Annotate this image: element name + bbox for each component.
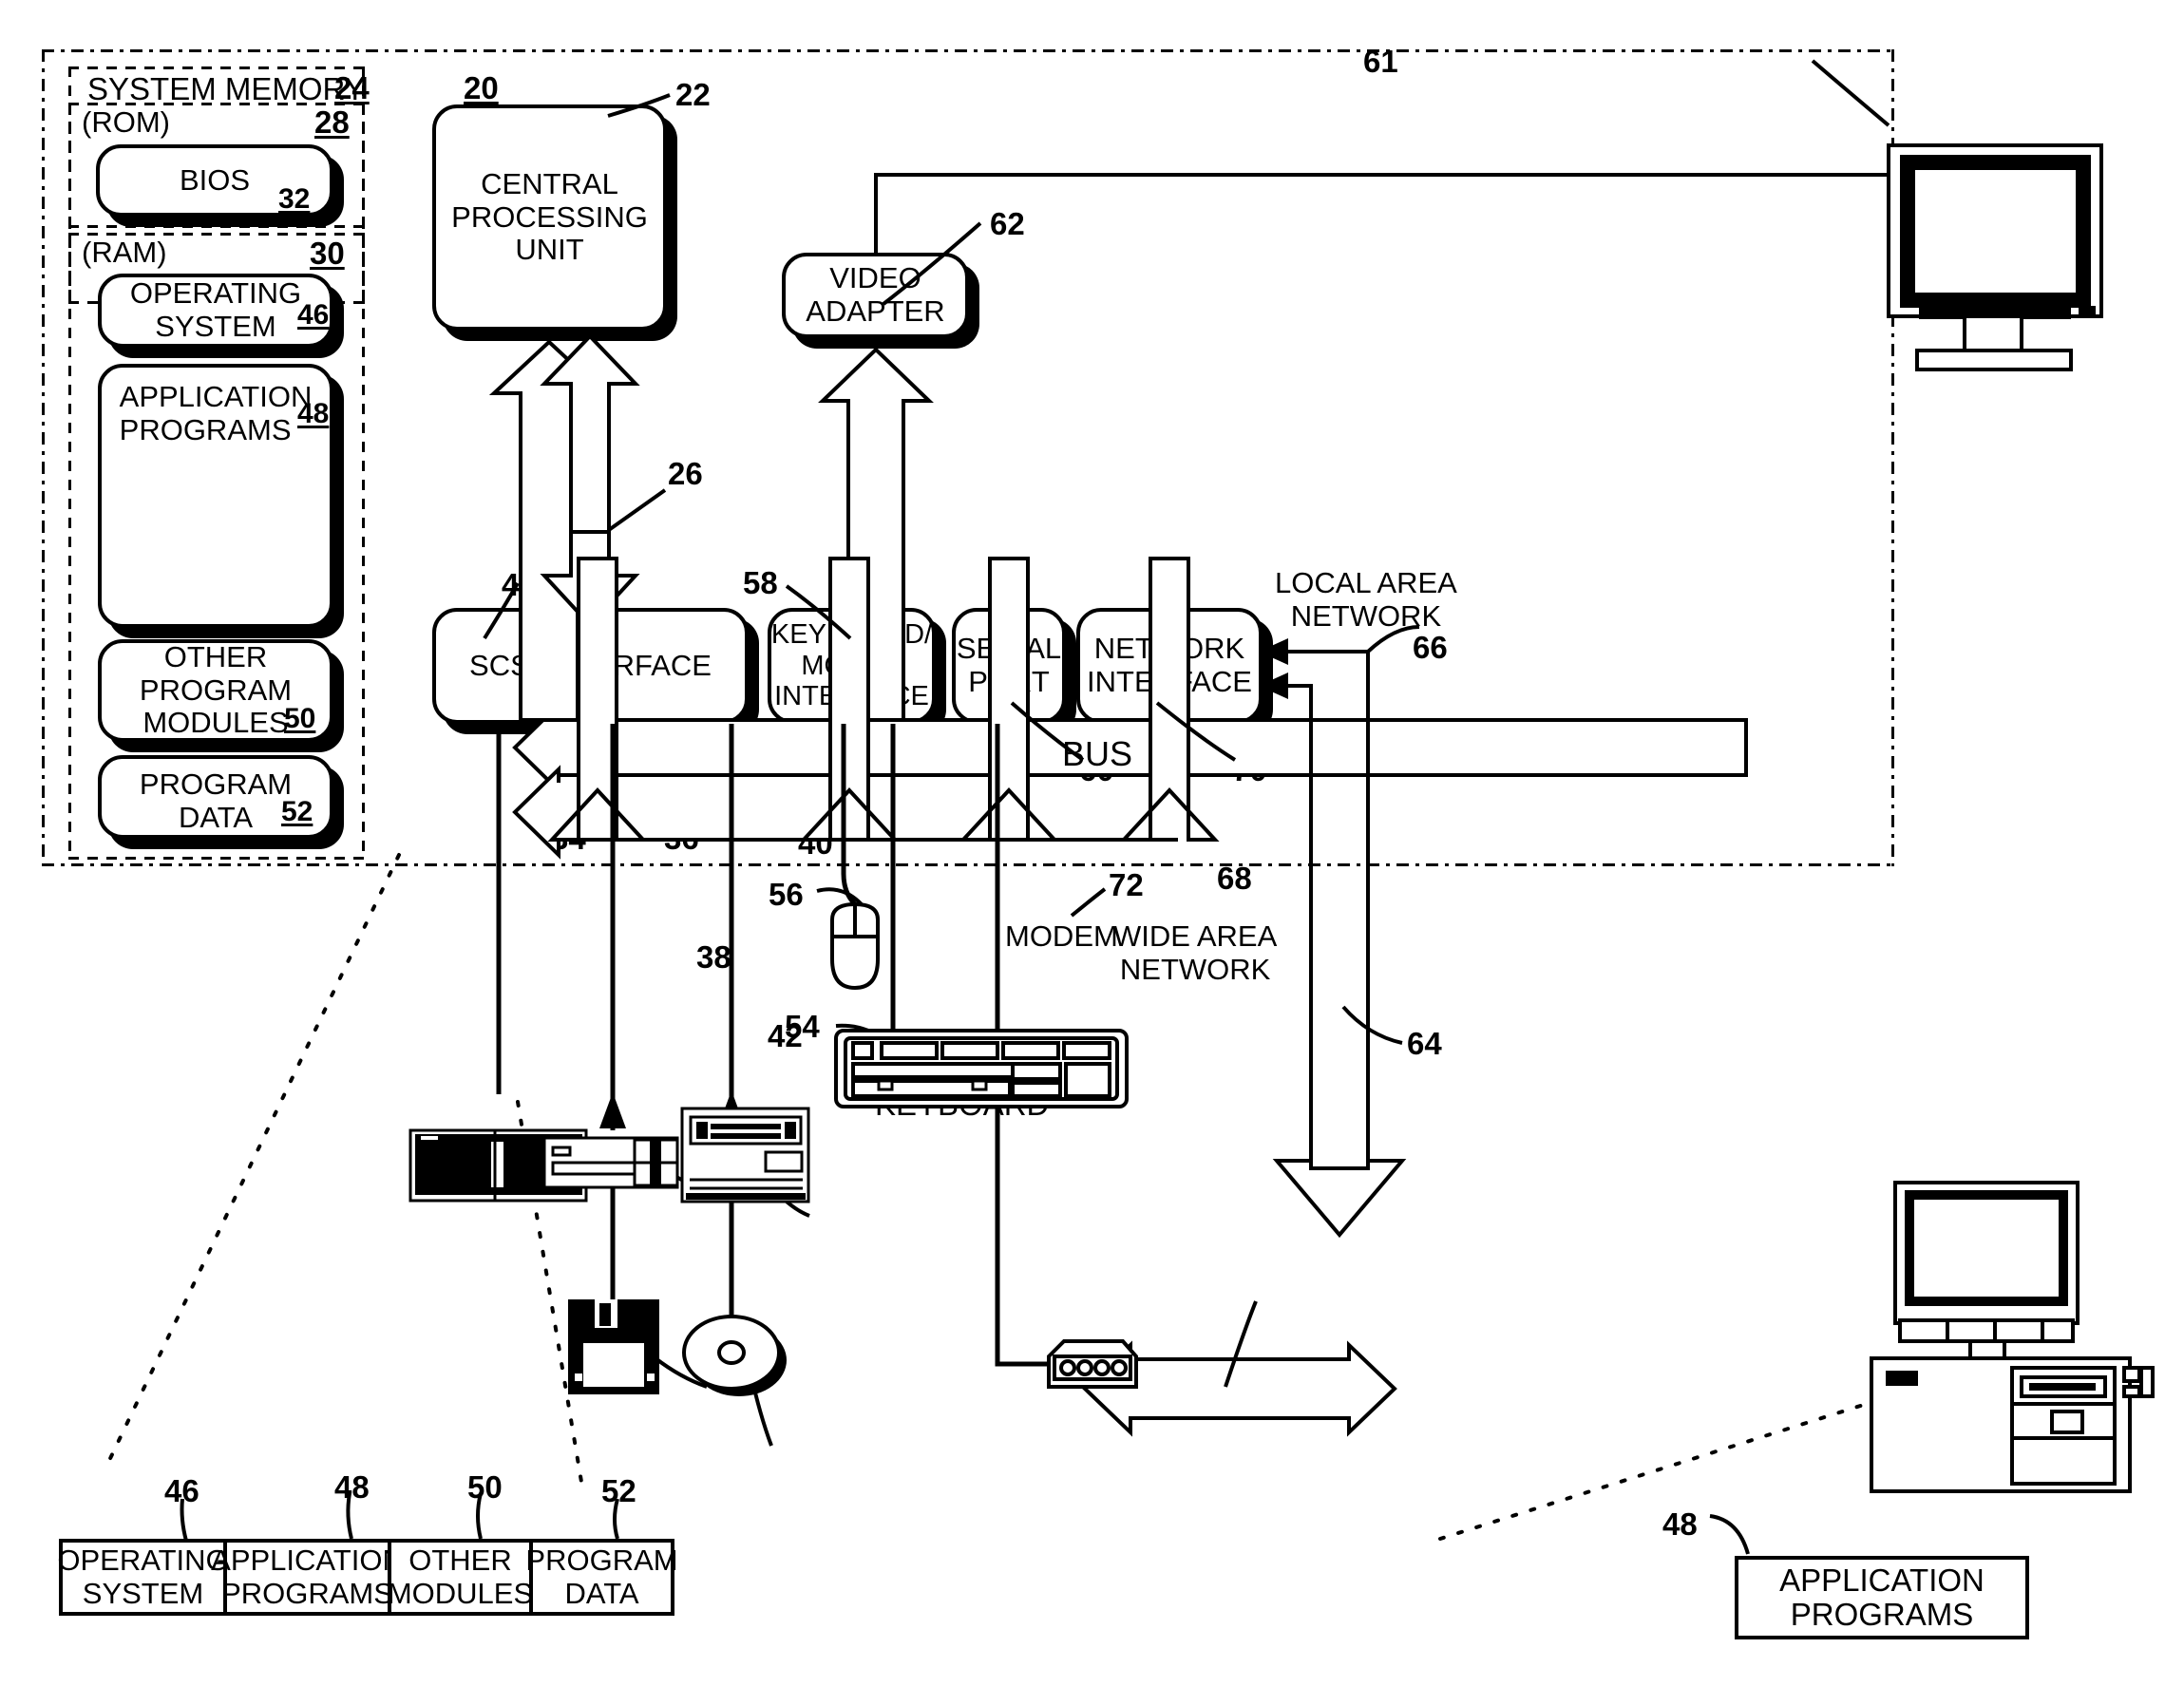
other-program-modules-label: OTHER PROGRAM MODULES <box>139 639 293 740</box>
ref-50-ram: 50 <box>284 703 316 734</box>
keyboard-mouse-interface-box: KEYBOARD/ MOUSE INTERFACE <box>768 608 936 724</box>
application-programs-label: APPLICATION PROGRAMS <box>119 380 313 446</box>
leader-36 <box>654 1146 687 1184</box>
legend-program-data-label: PROGRAM DATA <box>525 1544 678 1610</box>
remote-computer-icon <box>1870 1181 2155 1493</box>
ref-48-remote: 48 <box>1662 1506 1698 1542</box>
video-adapter-label: VIDEO ADAPTER <box>806 261 945 328</box>
ref-52-legend: 52 <box>601 1473 636 1508</box>
ref-32: 32 <box>278 183 311 215</box>
leader-72 <box>1070 887 1107 918</box>
legend-operating-system-label: OPERATING SYSTEM <box>57 1544 229 1610</box>
dotted-data-link <box>516 1100 583 1484</box>
lan-arrowhead <box>1272 1159 1407 1239</box>
ref-50-legend: 50 <box>467 1469 503 1505</box>
figure-canvas: SYSTEM MEMORY 24 (ROM) 28 BIOS 32 (RAM) … <box>0 0 2184 1705</box>
leader-40 <box>770 1185 810 1218</box>
ref-72: 72 <box>1109 867 1144 902</box>
optical-disk-drive-icon <box>680 1107 810 1203</box>
leader-64 <box>1341 1005 1403 1045</box>
ref-68: 68 <box>1217 861 1252 896</box>
ref-36: 36 <box>664 821 699 856</box>
local-area-network-label: LOCAL AREA NETWORK <box>1275 566 1457 633</box>
operating-system-label: OPERATING SYSTEM <box>129 276 302 343</box>
mouse-icon <box>830 901 880 991</box>
ref-64: 64 <box>1407 1026 1442 1061</box>
remote-application-programs-box: APPLICATION PROGRAMS <box>1735 1556 2029 1639</box>
scsi-interface-label: SCSI INTERFACE <box>469 648 712 682</box>
ref-48-ram: 48 <box>297 398 330 429</box>
modem-icon <box>1047 1339 1138 1389</box>
ref-34: 34 <box>551 821 586 856</box>
keyboard-label: KEYBOARD <box>875 1087 1050 1122</box>
fdd-arrowhead <box>599 1092 626 1128</box>
ref-61: 61 <box>1363 44 1398 79</box>
cpu-box: CENTRAL PROCESSING UNIT <box>432 104 667 331</box>
ram-label: (RAM) <box>82 236 167 269</box>
ref-30: 30 <box>310 236 345 271</box>
ref-22: 22 <box>675 77 711 112</box>
leader-38 <box>654 1356 708 1389</box>
leader-54 <box>835 1023 883 1039</box>
modem-label: MODEM <box>1005 919 1118 953</box>
ref-46-ram: 46 <box>297 299 330 331</box>
serial-port-label: SERIAL PORT <box>956 632 1062 698</box>
cd-arrowhead <box>718 1090 745 1127</box>
ref-26: 26 <box>668 456 703 491</box>
wan-arrow <box>1082 1340 1397 1437</box>
ref-52-ram: 52 <box>281 796 313 827</box>
leader-42 <box>749 1372 773 1447</box>
leader-48-remote <box>1709 1514 1750 1555</box>
ref-38: 38 <box>696 939 731 975</box>
bios-label: BIOS <box>179 162 251 197</box>
scsi-interface-box: SCSI INTERFACE <box>432 608 749 724</box>
keyboard-mouse-interface-label: KEYBOARD/ MOUSE INTERFACE <box>770 619 933 712</box>
ref-44: 44 <box>502 567 537 602</box>
legend-other-modules-label: OTHER MODULES <box>387 1544 534 1610</box>
ref-58: 58 <box>743 565 778 600</box>
ref-48-legend: 48 <box>334 1469 370 1505</box>
monitor-icon <box>1887 143 2103 371</box>
ref-28: 28 <box>314 104 350 140</box>
ref-60: 60 <box>1079 752 1114 787</box>
ref-70: 70 <box>1232 752 1267 787</box>
leader-56 <box>816 887 868 912</box>
ref-56: 56 <box>769 877 804 912</box>
network-interface-label: NETWORK INTERFACE <box>1087 632 1252 698</box>
legend-operating-system: OPERATING SYSTEM <box>57 1539 229 1616</box>
ref-20: 20 <box>464 70 499 105</box>
network-interface-box: NETWORK INTERFACE <box>1076 608 1263 724</box>
legend-other-modules: OTHER MODULES <box>388 1539 533 1616</box>
legend-application-programs-label: APPLICATION PROGRAMS <box>211 1544 404 1610</box>
floppy-disk-drive-icon <box>542 1136 679 1189</box>
rom-label: (ROM) <box>82 105 170 139</box>
floppy-disk-icon <box>568 1299 659 1394</box>
ref-40: 40 <box>798 825 833 861</box>
video-adapter-box: VIDEO ADAPTER <box>782 253 969 338</box>
ref-42: 42 <box>768 1018 803 1053</box>
wide-area-network-label: WIDE AREA NETWORK <box>1113 919 1278 986</box>
remote-application-programs-label: APPLICATION PROGRAMS <box>1779 1562 1985 1632</box>
ref-24: 24 <box>334 70 370 105</box>
optical-disc-icon <box>682 1315 787 1396</box>
cpu-label: CENTRAL PROCESSING UNIT <box>451 166 648 267</box>
ref-46-legend: 46 <box>164 1473 199 1508</box>
hard-disk-drive-icon <box>408 1128 588 1203</box>
legend-application-programs: APPLICATION PROGRAMS <box>211 1539 404 1616</box>
ref-66: 66 <box>1413 630 1448 665</box>
legend-program-data: PROGRAM DATA <box>525 1539 678 1616</box>
serial-port-box: SERIAL PORT <box>952 608 1066 724</box>
leader-34 <box>519 1138 561 1178</box>
dotted-os-link <box>103 853 401 1472</box>
ref-62: 62 <box>990 206 1025 241</box>
